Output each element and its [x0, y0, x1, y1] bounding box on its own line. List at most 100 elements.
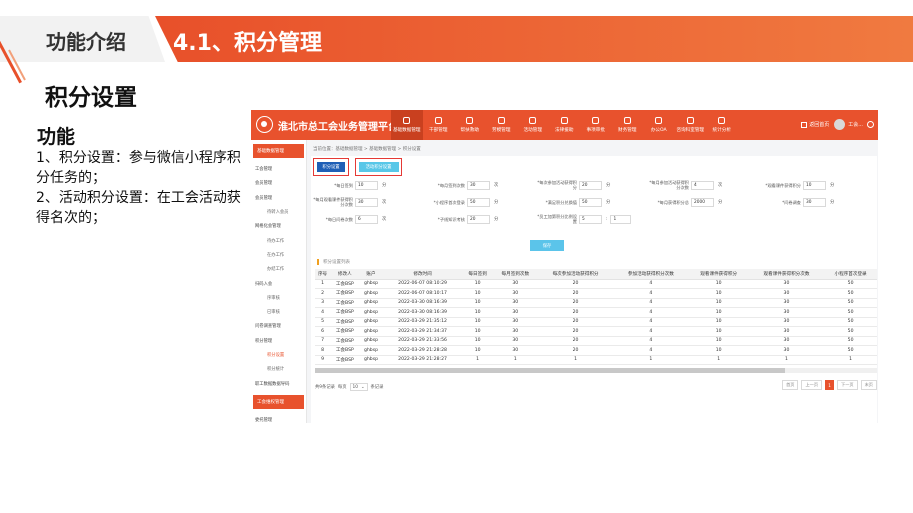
table-cell: 30: [748, 298, 825, 308]
field-unit: 次: [382, 200, 387, 205]
sidebar-item[interactable]: 待办工作: [251, 233, 306, 247]
tab-activity-points[interactable]: 活动积分设置: [358, 162, 399, 172]
sidebar-item[interactable]: 积分管理: [251, 334, 306, 348]
table-cell: 30: [748, 288, 825, 299]
sidebar-item[interactable]: 网格化会管理: [251, 219, 306, 233]
field-input[interactable]: 10: [355, 180, 378, 190]
sidebar-item[interactable]: 序审核: [251, 291, 306, 305]
field-input[interactable]: 50: [467, 197, 490, 207]
sidebar-item[interactable]: 工会管理: [251, 162, 306, 176]
table-cell: 2022-06-07 08:10:29: [382, 279, 463, 289]
table-row[interactable]: 5 工会BSP ghbsp 2022-03-29 21:35:12 10 30 20 4 10 3…: [315, 317, 877, 327]
sidebar-item[interactable]: 扫码入会: [251, 276, 306, 290]
field-input[interactable]: 10: [803, 180, 826, 190]
sidebar-item-entrust[interactable]: 委托管理: [251, 413, 306, 423]
table-cell: 10: [462, 307, 493, 318]
user-name[interactable]: 工会...: [848, 121, 863, 128]
nav-item[interactable]: 基础数据管理: [391, 110, 423, 140]
nav-item[interactable]: 咨询科室管理: [675, 110, 707, 140]
sidebar: 基础数据管理 工会管理 会员管理 会员管理 待转入会员 网格化会管理 待办工作 在办工作 办结…: [251, 140, 307, 423]
field-input[interactable]: 30: [803, 197, 826, 207]
column-header: 小程序首次登录: [824, 269, 877, 280]
form-field: *每月获得积分总 2000 分: [647, 195, 759, 209]
field-input[interactable]: 30: [355, 197, 378, 207]
table-cell: 50: [824, 279, 877, 289]
nav-item[interactable]: 劳模管理: [486, 110, 518, 140]
sidebar-item[interactable]: 积分统计: [251, 362, 306, 376]
scrollbar-thumb[interactable]: [315, 368, 785, 373]
sidebar-item[interactable]: 积分设置: [251, 348, 306, 362]
sidebar-item[interactable]: 职工数据数据导码: [251, 376, 306, 390]
nav-item[interactable]: 帮扶救助: [454, 110, 486, 140]
sidebar-head-basic-data[interactable]: 基础数据管理: [253, 144, 304, 158]
field-label: *小程序首次登录: [433, 199, 465, 205]
slide: 功能介绍 4.1、积分管理 积分设置 功能 1、积分设置：参与微信小程序积分任务…: [0, 0, 913, 513]
table-row[interactable]: 2 工会BSP ghbsp 2022-06-07 08:10:17 10 30 20 4 10 3…: [315, 288, 877, 299]
first-page-button[interactable]: 首页: [782, 380, 799, 390]
field-input[interactable]: 50: [579, 197, 602, 207]
sidebar-item[interactable]: 办结工作: [251, 262, 306, 276]
table-cell: 2022-06-07 08:10:17: [382, 288, 463, 299]
sidebar-item[interactable]: 在办工作: [251, 248, 306, 262]
field-input[interactable]: 5: [579, 214, 602, 224]
sidebar-item[interactable]: 待转入会员: [251, 205, 306, 219]
per-page-select[interactable]: 10 ⌄: [349, 383, 368, 391]
form-field: *每月参加活动获得积分次数 4 次: [647, 178, 759, 192]
table-row[interactable]: 7 工会BSP ghbsp 2022-03-29 21:33:56 10 30 20 4 10 3…: [315, 336, 877, 346]
table-cell: 30: [748, 307, 825, 318]
table-row[interactable]: 3 工会BSP ghbsp 2022-03-30 08:16:39 10 30 20 4 10 3…: [315, 298, 877, 308]
logout-icon[interactable]: [867, 121, 874, 128]
nav-item[interactable]: 干部管理: [423, 110, 455, 140]
nav-label: 劳模管理: [492, 128, 511, 133]
slide-subtitle: 积分设置: [45, 85, 137, 111]
table-header-row: 序号 修改人 账户 修改时间 每日签到 每月签到次数 每次参加活动获得积分 参加活动获得积分次…: [315, 269, 877, 280]
nav-item[interactable]: 事项审批: [580, 110, 612, 140]
field-input-ratio[interactable]: 1: [610, 214, 632, 224]
nav-item[interactable]: 法律援助: [549, 110, 581, 140]
table-row[interactable]: 4 工会BSP ghbsp 2022-03-30 08:16:39 10 30 20 4 10 3…: [315, 307, 877, 318]
field-unit: :: [606, 216, 608, 222]
field-unit: 分: [830, 200, 835, 205]
field-input[interactable]: 2000: [691, 197, 714, 207]
field-input[interactable]: 20: [467, 214, 490, 224]
flag-icon: [434, 117, 442, 124]
field-label: *每次参加活动获得积分: [537, 180, 577, 190]
field-input[interactable]: 30: [467, 180, 490, 190]
sidebar-item[interactable]: 会员管理: [251, 191, 306, 205]
table-row[interactable]: 8 工会BSP ghbsp 2022-03-29 21:28:28 10 30 20 4 10 3…: [315, 345, 877, 356]
last-page-button[interactable]: 末页: [860, 380, 877, 390]
horizontal-scrollbar[interactable]: [315, 368, 877, 373]
field-input[interactable]: 4: [691, 180, 714, 190]
avatar-icon[interactable]: [834, 119, 846, 130]
save-button[interactable]: 保存: [530, 240, 564, 251]
table-row[interactable]: 6 工会BSP ghbsp 2022-03-29 21:34:37 10 30 20 4 10 3…: [315, 326, 877, 337]
nav-item[interactable]: 统计分析: [706, 110, 738, 140]
nav-label: 咨询科室管理: [676, 128, 705, 133]
table-cell: 1: [613, 355, 689, 365]
home-icon[interactable]: [801, 121, 808, 128]
column-header: 每次参加活动获得积分: [537, 269, 614, 280]
nav-item[interactable]: 财务管理: [612, 110, 644, 140]
next-page-button[interactable]: 下一页: [837, 380, 858, 390]
table-cell: 4: [613, 345, 689, 356]
tab-points-settings[interactable]: 积分设置: [317, 162, 345, 172]
field-input[interactable]: 6: [355, 214, 378, 224]
prev-page-button[interactable]: 上一页: [801, 380, 823, 390]
table-cell: 4: [613, 307, 689, 318]
sidebar-item[interactable]: 已审核: [251, 305, 306, 319]
table-cell: 4: [613, 336, 689, 346]
field-input[interactable]: 20: [579, 180, 602, 190]
table-row[interactable]: 9 工会BSP ghbsp 2022-03-29 21:28:27 1 1 1 1 1 1 1: [315, 355, 877, 365]
nav-item[interactable]: 办公OA: [643, 110, 675, 140]
field-unit: 次: [382, 217, 387, 222]
nav-item[interactable]: 活动管理: [517, 110, 549, 140]
table-cell: 10: [688, 336, 749, 346]
home-link[interactable]: 返回首页: [809, 121, 829, 128]
sidebar-head-rights[interactable]: 工会维权管理: [253, 394, 304, 409]
form-field: *观看课件获得积分 10 分: [759, 178, 871, 192]
field-label: *子线知识考核: [437, 216, 465, 222]
sidebar-item[interactable]: 问卷调查管理: [251, 319, 306, 333]
sidebar-item[interactable]: 会员管理: [251, 176, 306, 190]
table-row[interactable]: 1 工会BSP ghbsp 2022-06-07 08:10:29 10 30 20 4 10 3…: [315, 279, 877, 289]
current-page-button[interactable]: 1: [825, 380, 835, 390]
